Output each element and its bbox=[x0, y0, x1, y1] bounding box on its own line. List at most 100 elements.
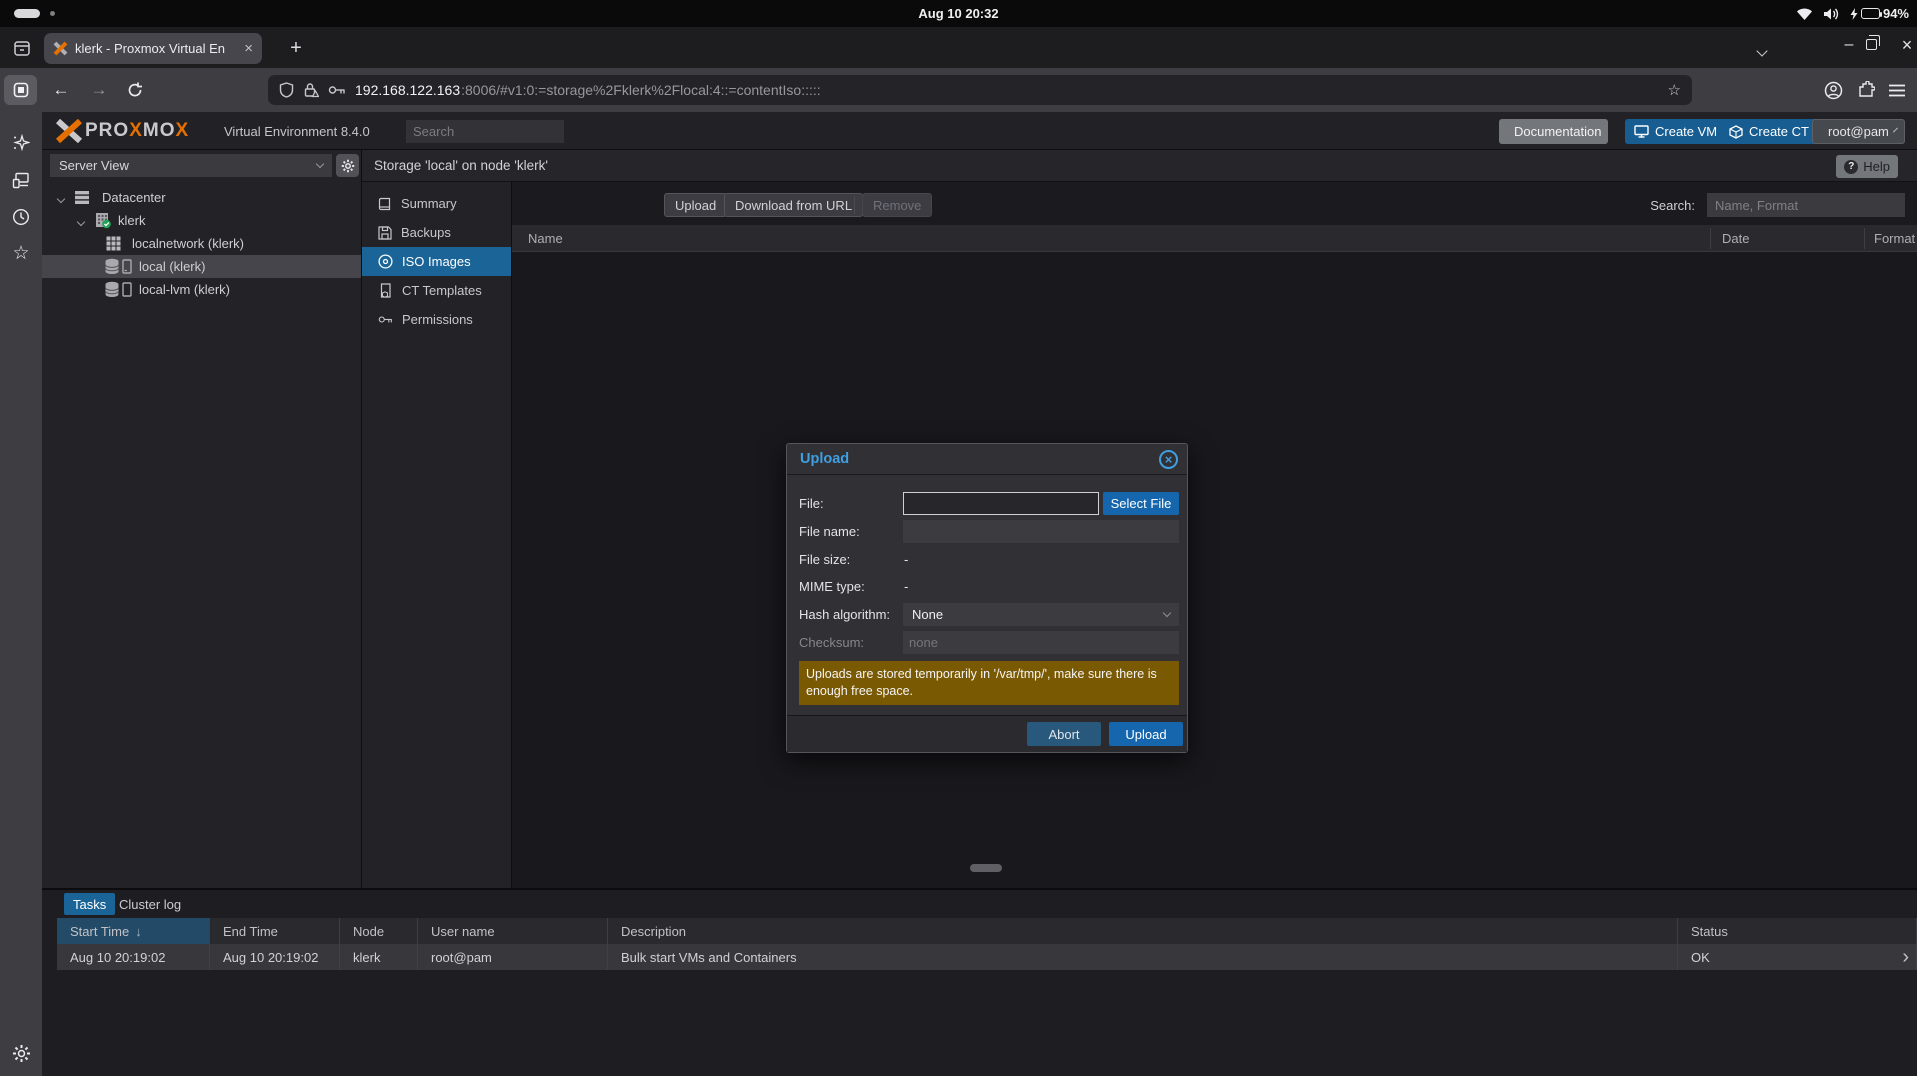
tree-item-localnetwork[interactable]: localnetwork (klerk) bbox=[42, 232, 361, 255]
dialog-close-icon[interactable]: × bbox=[1159, 450, 1178, 469]
global-search-input[interactable] bbox=[406, 120, 564, 143]
column-user-name[interactable]: User name bbox=[418, 918, 608, 944]
node-icon bbox=[94, 212, 112, 229]
reload-icon bbox=[128, 82, 142, 97]
upload-button[interactable]: Upload bbox=[664, 193, 728, 217]
task-panel: Tasks Cluster log Start Time ↓ End Time … bbox=[42, 888, 1917, 1076]
forward-button[interactable]: → bbox=[86, 78, 112, 102]
menu-item-permissions[interactable]: Permissions bbox=[362, 305, 511, 334]
window-restore-button[interactable] bbox=[1866, 35, 1880, 50]
expander-icon[interactable] bbox=[76, 213, 86, 228]
battery-indicator[interactable]: 94% bbox=[1850, 6, 1909, 21]
column-name[interactable]: Name bbox=[528, 231, 563, 246]
tab-title: klerk - Proxmox Virtual En bbox=[75, 41, 226, 56]
system-clock[interactable]: Aug 10 20:32 bbox=[918, 6, 998, 21]
upload-dialog: Upload × File: Select File File name: Fi… bbox=[786, 443, 1188, 753]
tree-item-label: klerk bbox=[118, 213, 146, 228]
tree-settings-button[interactable] bbox=[336, 154, 359, 177]
column-description[interactable]: Description bbox=[608, 918, 1678, 944]
checksum-label: Checksum: bbox=[799, 635, 865, 650]
tree-item-node-klerk[interactable]: klerk bbox=[42, 209, 361, 232]
iso-disc-icon bbox=[378, 254, 393, 269]
sidebar-panel-button[interactable] bbox=[4, 75, 37, 105]
column-status[interactable]: Status bbox=[1678, 918, 1917, 944]
new-tab-button[interactable]: + bbox=[282, 34, 310, 62]
file-path-input[interactable] bbox=[903, 492, 1099, 515]
tree-item-datacenter[interactable]: Datacenter bbox=[42, 186, 361, 209]
expander-icon[interactable] bbox=[56, 190, 66, 205]
tree-item-local-selected[interactable]: local (klerk) bbox=[42, 255, 361, 278]
storage-icon bbox=[104, 258, 134, 275]
dialog-footer: Abort Upload bbox=[787, 715, 1187, 752]
file-size-value: - bbox=[904, 552, 909, 567]
dialog-header[interactable]: Upload × bbox=[787, 444, 1187, 475]
ai-sparkle-icon[interactable] bbox=[0, 128, 42, 158]
row-expand-chevron[interactable]: › bbox=[1902, 946, 1909, 968]
column-start-time[interactable]: Start Time ↓ bbox=[57, 918, 210, 944]
backups-floppy-icon bbox=[378, 225, 392, 240]
task-user: root@pam bbox=[418, 944, 608, 970]
version-subtitle: Virtual Environment 8.4.0 bbox=[224, 124, 370, 139]
key-icon[interactable] bbox=[328, 84, 346, 96]
url-bar[interactable]: 192.168.122.163 :8006/#v1:0:=storage%2Fk… bbox=[268, 75, 1692, 105]
settings-gear-icon[interactable] bbox=[0, 1038, 42, 1068]
window-close-button[interactable]: × bbox=[1894, 32, 1917, 58]
documentation-button[interactable]: Documentation bbox=[1499, 119, 1608, 144]
menu-item-summary[interactable]: Summary bbox=[362, 189, 511, 218]
help-button[interactable]: ? Help bbox=[1836, 155, 1898, 178]
browser-tab[interactable]: klerk - Proxmox Virtual En × bbox=[44, 33, 262, 64]
gear-icon bbox=[341, 159, 354, 172]
download-from-url-button[interactable]: Download from URL bbox=[724, 193, 864, 217]
task-description: Bulk start VMs and Containers bbox=[608, 944, 1678, 970]
content-search-input[interactable] bbox=[1707, 193, 1905, 217]
reload-button[interactable] bbox=[122, 78, 148, 102]
tab-tasks[interactable]: Tasks bbox=[64, 893, 116, 915]
checksum-input[interactable] bbox=[903, 631, 1179, 654]
back-button[interactable]: ← bbox=[48, 78, 74, 102]
horizontal-scrollbar-thumb[interactable] bbox=[970, 864, 1002, 872]
create-vm-button[interactable]: Create VM bbox=[1625, 119, 1727, 144]
hash-algorithm-select[interactable]: None bbox=[903, 603, 1179, 626]
task-start-time: Aug 10 20:19:02 bbox=[57, 944, 210, 970]
column-end-time[interactable]: End Time bbox=[210, 918, 340, 944]
synced-tabs-icon[interactable] bbox=[0, 165, 42, 195]
column-date[interactable]: Date bbox=[1722, 231, 1749, 246]
tab-list-chevron[interactable] bbox=[1756, 43, 1768, 58]
tree-item-local-lvm[interactable]: local-lvm (klerk) bbox=[42, 278, 361, 301]
sidebar-toggle-button[interactable] bbox=[10, 36, 34, 60]
file-name-input[interactable] bbox=[903, 520, 1179, 543]
tab-cluster-log[interactable]: Cluster log bbox=[110, 893, 190, 915]
menu-item-backups[interactable]: Backups bbox=[362, 218, 511, 247]
window-minimize-button[interactable]: – bbox=[1836, 32, 1862, 58]
help-icon: ? bbox=[1844, 159, 1859, 174]
menu-item-ct-templates[interactable]: CT Templates bbox=[362, 276, 511, 305]
panel-square-icon bbox=[13, 82, 28, 98]
bookmark-star-icon[interactable]: ☆ bbox=[1668, 81, 1681, 99]
bookmarks-star-icon[interactable]: ☆ bbox=[0, 238, 42, 268]
create-ct-button[interactable]: Create CT bbox=[1720, 119, 1818, 144]
history-clock-icon[interactable] bbox=[0, 202, 42, 232]
menu-hamburger-icon[interactable] bbox=[1889, 84, 1905, 97]
workspace-dot[interactable] bbox=[50, 11, 55, 16]
select-file-button[interactable]: Select File bbox=[1103, 492, 1179, 515]
user-menu[interactable]: root@pam bbox=[1812, 119, 1905, 144]
column-format[interactable]: Format bbox=[1874, 231, 1915, 246]
account-icon[interactable] bbox=[1824, 81, 1843, 100]
menu-item-iso-images[interactable]: ISO Images bbox=[362, 247, 511, 276]
view-selector[interactable]: Server View bbox=[50, 154, 332, 177]
abort-button[interactable]: Abort bbox=[1027, 722, 1101, 746]
dialog-upload-button[interactable]: Upload bbox=[1109, 722, 1183, 746]
extensions-icon[interactable] bbox=[1857, 81, 1875, 99]
remove-button[interactable]: Remove bbox=[862, 193, 933, 217]
network-grid-icon bbox=[106, 236, 121, 251]
lock-warning-icon[interactable] bbox=[303, 82, 319, 98]
task-row[interactable]: Aug 10 20:19:02 Aug 10 20:19:02 klerk ro… bbox=[57, 944, 1917, 970]
workspace-pill[interactable] bbox=[14, 9, 40, 18]
mime-type-label: MIME type: bbox=[799, 579, 865, 594]
file-label: File: bbox=[799, 496, 824, 511]
tab-close-icon[interactable]: × bbox=[244, 40, 253, 57]
mime-type-value: - bbox=[904, 579, 909, 594]
column-node[interactable]: Node bbox=[340, 918, 418, 944]
monitor-icon bbox=[1634, 125, 1649, 138]
charging-bolt-icon bbox=[1850, 7, 1858, 20]
